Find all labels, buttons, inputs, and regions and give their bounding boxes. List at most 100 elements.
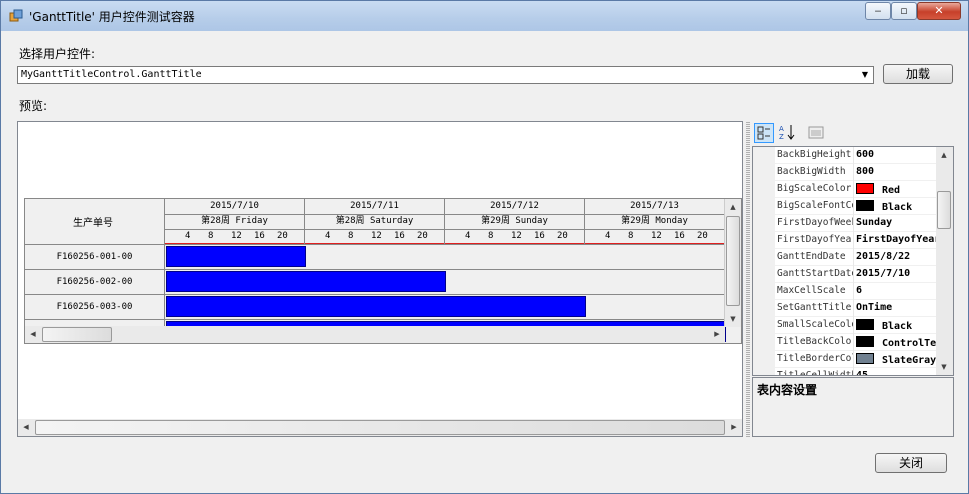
property-row[interactable]: GanttStartDate 2015/7/10 [753,266,937,283]
gantt-task-bar[interactable] [166,296,586,317]
alphabetical-sort-icon[interactable]: AZ [777,123,797,143]
gantt-hscroll-thumb[interactable] [42,327,112,342]
gantt-task-bar[interactable] [166,271,446,292]
property-separator [853,198,854,215]
gantt-horizontal-scrollbar[interactable]: ◀ ▶ [25,326,725,343]
gantt-hour-scale: 4 8 12 16 20 [585,229,724,245]
gantt-vertical-scrollbar[interactable]: ▲ ▼ [724,199,741,327]
scroll-down-icon[interactable]: ▼ [936,359,952,375]
property-row[interactable]: BackBigHeight 600 [753,147,937,164]
property-value-text: OnTime [856,302,893,313]
gantt-hour-tick: 8 [348,231,354,241]
close-button[interactable]: 关闭 [875,453,947,473]
window-title: 'GanttTitle' 用户控件测试容器 [29,10,195,24]
gantt-row: F160256-001-00 [25,245,741,270]
gantt-hour-tick: 8 [628,231,634,241]
property-row[interactable]: MaxCellScale 6 [753,283,937,300]
property-row[interactable]: BigScaleColor Red [753,181,937,198]
gantt-hour-tick: 12 [371,231,382,241]
property-grid-scrollbar[interactable]: ▲ ▼ [936,147,953,375]
gantt-order-label: F160256-003-00 [25,295,165,320]
property-value-text: 600 [856,149,875,160]
property-value[interactable]: 6 [856,285,938,296]
control-select-value: MyGanttTitleControl.GanttTitle [21,69,202,80]
property-value[interactable]: SlateGray [856,353,938,366]
property-value[interactable]: Black [856,200,938,213]
scroll-right-icon[interactable]: ▶ [709,326,725,342]
big-scale-line [445,243,584,244]
maximize-button[interactable]: ▫ [891,2,917,20]
gantt-task-bar[interactable] [166,246,306,267]
property-row[interactable]: GanttEndDate 2015/8/22 [753,249,937,266]
scroll-down-icon[interactable]: ▼ [725,311,741,327]
property-value-text: Black [882,202,913,213]
preview-hscroll-thumb[interactable] [35,420,725,435]
property-value[interactable]: 800 [856,166,938,177]
property-separator [853,266,854,283]
property-value-text: SlateGray [882,355,937,366]
property-name: FirstDayofWeek [777,217,853,228]
scroll-up-icon[interactable]: ▲ [725,199,741,215]
property-value[interactable]: 2015/7/10 [856,268,938,279]
property-pages-icon[interactable] [806,123,826,143]
scroll-left-icon[interactable]: ◀ [18,419,34,435]
property-row[interactable]: FirstDayofWeek Sunday [753,215,937,232]
property-name: GanttStartDate [777,268,853,279]
property-separator [853,334,854,351]
property-value[interactable]: 45 [856,370,938,375]
property-row-gutter [753,368,775,375]
gantt-row-area [165,245,741,270]
property-row[interactable]: FirstDayofYear FirstDayofYear [753,232,938,249]
gantt-week-label: 第29周 Sunday [445,214,584,230]
big-scale-line [165,243,304,244]
color-swatch [856,336,874,347]
property-value[interactable]: Sunday [856,217,938,228]
gantt-hour-tick: 20 [697,231,708,241]
property-row[interactable]: TitleCellWidth 45 [753,368,938,375]
property-row-gutter [753,181,775,198]
categorized-icon[interactable] [754,123,774,143]
property-value[interactable]: 2015/8/22 [856,251,938,262]
control-select[interactable]: MyGanttTitleControl.GanttTitle ▼ [17,66,874,84]
gantt-hour-tick: 4 [465,231,471,241]
scroll-left-icon[interactable]: ◀ [25,326,41,342]
gantt-hour-tick: 16 [254,231,265,241]
big-scale-line [305,243,444,244]
title-bar[interactable]: 'GanttTitle' 用户控件测试容器 ‒ ▫ ✕ [1,1,968,31]
property-row[interactable]: SmallScaleColor Black [753,317,937,334]
gantt-vscroll-thumb[interactable] [726,216,740,306]
property-row[interactable]: BackBigWidth 800 [753,164,937,181]
property-separator [853,249,854,266]
property-separator [853,300,854,317]
property-row[interactable]: TitleBackColor ControlText [753,334,938,351]
property-value[interactable]: Black [856,319,938,332]
gantt-hour-tick: 4 [185,231,191,241]
gantt-hour-scale: 4 8 12 16 20 [445,229,584,245]
scroll-up-icon[interactable]: ▲ [936,147,952,163]
chevron-down-icon[interactable]: ▼ [857,67,873,83]
gantt-hour-scale: 4 8 12 16 20 [305,229,444,245]
scroll-right-icon[interactable]: ▶ [726,419,742,435]
close-window-button[interactable]: ✕ [917,2,961,20]
property-row-gutter [753,232,775,249]
minimize-button[interactable]: ‒ [865,2,891,20]
property-row-gutter [753,198,775,215]
property-row[interactable]: SetGanttTitle OnTime [753,300,937,317]
property-value[interactable]: OnTime [856,302,938,313]
gantt-hour-tick: 4 [325,231,331,241]
property-value[interactable]: FirstDayofYear [856,234,938,245]
property-row[interactable]: BigScaleFontColor Black [753,198,937,215]
property-separator [853,283,854,300]
panel-splitter[interactable] [746,121,750,437]
property-row-gutter [753,266,775,283]
svg-text:A: A [779,125,784,133]
load-button[interactable]: 加载 [883,64,953,84]
app-icon [9,9,23,22]
property-name: BackBigWidth [777,166,846,177]
property-value[interactable]: 600 [856,149,938,160]
preview-horizontal-scrollbar[interactable]: ◀ ▶ [18,419,742,436]
property-row[interactable]: TitleBorderColor SlateGray [753,351,937,368]
property-vscroll-thumb[interactable] [937,191,951,229]
property-value[interactable]: ControlText [856,336,938,349]
property-value[interactable]: Red [856,183,938,196]
